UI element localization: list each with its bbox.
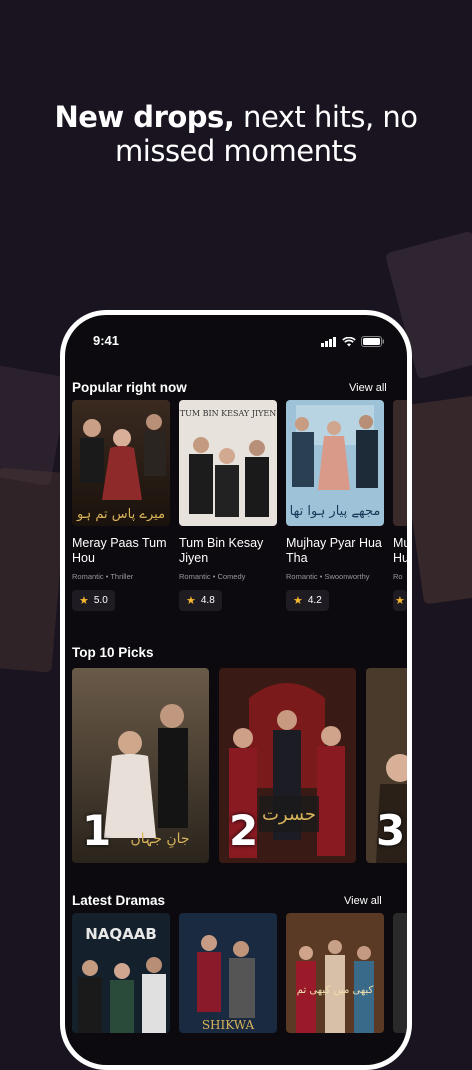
- rating-badge: ★ 4.8: [179, 590, 222, 611]
- latest-poster: SHIKWA: [179, 913, 277, 1033]
- drama-poster: [393, 400, 407, 526]
- latest-poster: NAQAAB: [72, 913, 170, 1033]
- svg-text:حسرت: حسرت: [262, 804, 316, 825]
- svg-text:میرے پاس تم ہو: میرے پاس تم ہو: [76, 507, 165, 522]
- svg-text:کبھی میں کبھی تم: کبھی میں کبھی تم: [297, 985, 374, 996]
- bg-poster-tile: [0, 467, 69, 673]
- rating-value: 4.8: [200, 595, 215, 606]
- drama-card[interactable]: TUM BIN KESAY JIYEN Tum Bin Kesay Jiyen …: [179, 400, 277, 611]
- drama-genres: Romantic • Comedy: [179, 572, 246, 581]
- drama-title: Tum Bin Kesay Jiyen: [179, 536, 264, 565]
- top10-card[interactable]: جانِ جہاں 1: [72, 668, 209, 863]
- top10-section-title: Top 10 Picks: [72, 645, 154, 660]
- svg-text:SHIKWA: SHIKWA: [202, 1018, 255, 1032]
- drama-card[interactable]: Mu Hu Ro ★: [393, 400, 407, 611]
- headline-rest: next hits, no: [234, 100, 418, 134]
- star-icon: ★: [293, 595, 303, 607]
- drama-poster: میرے پاس تم ہو: [72, 400, 170, 526]
- status-time: 9:41: [93, 333, 120, 348]
- latest-section-title: Latest Dramas: [72, 893, 166, 908]
- top10-card[interactable]: 3: [366, 668, 407, 863]
- phone-frame: 9:41 Popular right now View all میرے پاس…: [60, 310, 412, 1070]
- latest-drama-card[interactable]: SHIKWA: [179, 913, 277, 1033]
- drama-poster: TUM BIN KESAY JIYEN: [179, 400, 277, 526]
- drama-poster: مجھے پیار ہوا تھا: [286, 400, 384, 526]
- rating-badge: ★ 4.2: [286, 590, 329, 611]
- drama-genres: Romantic • Thriller: [72, 572, 134, 581]
- popular-section-title: Popular right now: [72, 380, 187, 395]
- latest-drama-card[interactable]: [393, 913, 407, 1033]
- rank-number: 1: [82, 806, 112, 855]
- app-screen: 9:41 Popular right now View all میرے پاس…: [65, 315, 407, 1065]
- status-bar: 9:41: [65, 333, 407, 353]
- drama-genres: Romantic • Swoonworthy: [286, 572, 370, 581]
- drama-title: Meray Paas Tum Hou: [72, 536, 167, 565]
- headline-bold: New drops,: [54, 100, 235, 134]
- rating-badge: ★: [393, 590, 407, 611]
- rank-number: 3: [376, 806, 406, 855]
- svg-text:TUM BIN KESAY JIYEN: TUM BIN KESAY JIYEN: [180, 409, 276, 418]
- latest-view-all-link[interactable]: View all: [344, 895, 382, 907]
- rank-number: 2: [229, 806, 259, 855]
- drama-title: Mujhay Pyar Hua Tha: [286, 536, 382, 565]
- rating-value: 4.2: [307, 595, 322, 606]
- latest-drama-card[interactable]: کبھی میں کبھی تم: [286, 913, 384, 1033]
- drama-title: Mu Hu: [393, 536, 407, 565]
- svg-text:جانِ جہاں: جانِ جہاں: [130, 831, 189, 848]
- svg-text:NAQAAB: NAQAAB: [85, 925, 157, 943]
- wifi-icon: [342, 336, 356, 346]
- drama-card[interactable]: مجھے پیار ہوا تھا Mujhay Pyar Hua Tha Ro…: [286, 400, 384, 611]
- rating-badge: ★ 5.0: [72, 590, 115, 611]
- rating-value: 5.0: [93, 595, 108, 606]
- svg-text:مجھے پیار ہوا تھا: مجھے پیار ہوا تھا: [290, 504, 381, 519]
- signal-icon: [321, 336, 336, 347]
- battery-icon: [361, 336, 384, 347]
- drama-genres: Ro: [393, 572, 403, 581]
- latest-drama-card[interactable]: NAQAAB: [72, 913, 170, 1033]
- latest-poster: کبھی میں کبھی تم: [286, 913, 384, 1033]
- star-icon: ★: [395, 595, 405, 607]
- promo-headline: New drops, next hits, no missed moments: [0, 100, 472, 168]
- popular-view-all-link[interactable]: View all: [349, 382, 387, 394]
- star-icon: ★: [186, 595, 196, 607]
- headline-line2: missed moments: [115, 134, 357, 168]
- drama-card[interactable]: میرے پاس تم ہو Meray Paas Tum Hou Romant…: [72, 400, 170, 611]
- star-icon: ★: [79, 595, 89, 607]
- top10-card[interactable]: حسرت 2: [219, 668, 356, 863]
